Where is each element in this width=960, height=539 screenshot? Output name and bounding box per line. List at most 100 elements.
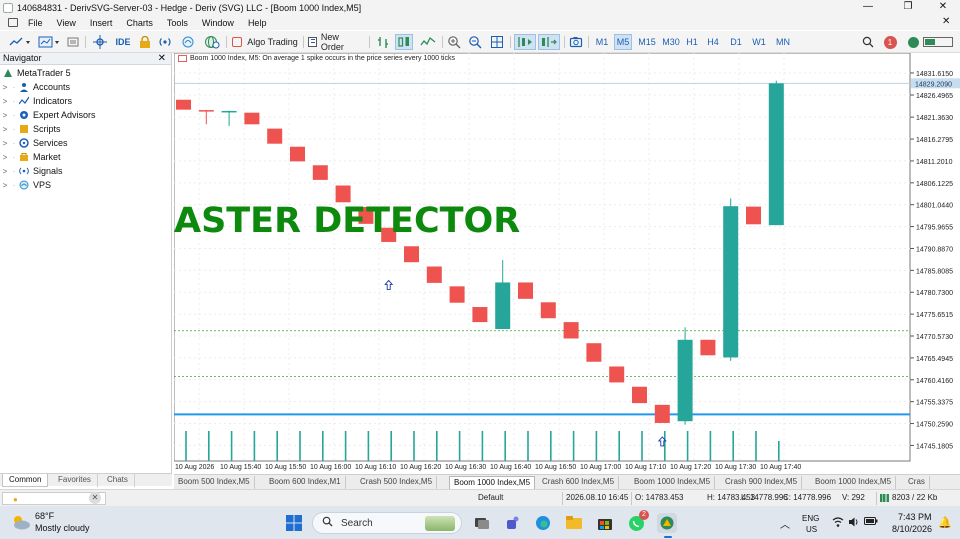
- signal-icon[interactable]: [157, 34, 173, 50]
- expand-icon[interactable]: >: [0, 83, 10, 92]
- candle-body[interactable]: [176, 99, 191, 110]
- line-icon[interactable]: [419, 34, 437, 50]
- candle-body[interactable]: [290, 146, 305, 162]
- chart-tab-8[interactable]: Cras: [904, 476, 930, 489]
- navigator-item-expert-advisors[interactable]: > · Expert Advisors: [0, 108, 96, 122]
- zoom-in-icon[interactable]: [446, 34, 462, 50]
- timeframe-m15[interactable]: M15: [636, 34, 658, 50]
- chart-tab-0[interactable]: Boom 500 Index,M5: [174, 476, 255, 489]
- crosshair-icon[interactable]: [92, 34, 108, 50]
- candle-body[interactable]: [198, 110, 214, 112]
- candle-body[interactable]: [449, 286, 465, 303]
- language-label[interactable]: ENG: [802, 514, 819, 523]
- close-button[interactable]: ✕: [928, 0, 958, 15]
- chart-tab-3[interactable]: Boom 1000 Index,M5: [449, 476, 536, 489]
- navigator-item-signals[interactable]: > · Signals: [0, 164, 63, 178]
- candle-body[interactable]: [609, 366, 625, 383]
- timeframe-h4[interactable]: H4: [705, 34, 721, 50]
- expand-icon[interactable]: >: [0, 167, 10, 176]
- candle-body[interactable]: [472, 307, 488, 323]
- store-icon[interactable]: [595, 513, 615, 533]
- candle-body[interactable]: [518, 282, 533, 299]
- menu-window[interactable]: Window: [202, 18, 234, 28]
- navigator-item-market[interactable]: > · Market: [0, 150, 61, 164]
- expand-icon[interactable]: >: [0, 97, 10, 106]
- profiles-icon[interactable]: [66, 34, 80, 50]
- weather-icon[interactable]: [10, 511, 32, 533]
- candle-body[interactable]: [312, 165, 328, 180]
- maximize-button[interactable]: ❐: [893, 0, 923, 15]
- nav-tab-chats[interactable]: Chats: [101, 474, 135, 487]
- navigator-item-indicators[interactable]: > · Indicators: [0, 94, 72, 108]
- volume-icon[interactable]: [848, 516, 860, 528]
- candle-body[interactable]: [723, 206, 739, 358]
- grid-icon[interactable]: [489, 34, 505, 50]
- timeframe-d1[interactable]: D1: [727, 34, 745, 50]
- notification-center-icon[interactable]: 🔔: [938, 516, 952, 529]
- candle-body[interactable]: [654, 404, 670, 423]
- teams-icon[interactable]: [503, 513, 523, 533]
- candle-body[interactable]: [632, 386, 647, 404]
- bar-chart-icon[interactable]: [375, 34, 391, 50]
- chart-tab-4[interactable]: Crash 600 Index,M5: [538, 476, 620, 489]
- notification-icon[interactable]: 1: [881, 34, 899, 50]
- candle-body[interactable]: [768, 83, 784, 226]
- taskbar-search[interactable]: Search: [312, 512, 462, 534]
- chart-tab-2[interactable]: Crash 500 Index,M5: [356, 476, 438, 489]
- candle-body[interactable]: [586, 343, 602, 362]
- candle-body[interactable]: [426, 266, 442, 283]
- chart-shift-icon[interactable]: [538, 34, 560, 50]
- candle-body[interactable]: [244, 112, 260, 125]
- toast-widget[interactable]: ● ✕: [2, 492, 106, 505]
- ide-button[interactable]: IDE: [114, 34, 132, 50]
- timeframe-m5[interactable]: M5: [614, 34, 632, 50]
- menu-insert[interactable]: Insert: [90, 18, 113, 28]
- expand-icon[interactable]: >: [0, 125, 10, 134]
- expand-icon[interactable]: >: [0, 181, 10, 190]
- line-chart-icon[interactable]: [8, 34, 34, 50]
- account-icon[interactable]: [904, 34, 956, 50]
- candle-body[interactable]: [563, 322, 579, 339]
- expand-icon[interactable]: >: [0, 139, 10, 148]
- edge-icon[interactable]: [533, 513, 553, 533]
- candle-body[interactable]: [746, 206, 761, 225]
- inner-close-button[interactable]: ✕: [942, 15, 952, 29]
- candle-body[interactable]: [221, 110, 237, 113]
- app-menu-icon[interactable]: [8, 18, 18, 27]
- chart-tab-6[interactable]: Crash 900 Index,M5: [721, 476, 803, 489]
- candle-body[interactable]: [700, 339, 716, 356]
- timeframe-w1[interactable]: W1: [750, 34, 768, 50]
- screenshot-icon[interactable]: [568, 34, 584, 50]
- navigator-close-icon[interactable]: ✕: [158, 53, 166, 64]
- chart-tab-1[interactable]: Boom 600 Index,M1: [265, 476, 346, 489]
- menu-help[interactable]: Help: [248, 18, 267, 28]
- algo-trading-button[interactable]: Algo Trading: [232, 34, 298, 50]
- navigator-item-accounts[interactable]: > · Accounts: [0, 80, 70, 94]
- auto-scroll-icon[interactable]: [514, 34, 536, 50]
- globe-icon[interactable]: [203, 34, 221, 50]
- timeframe-m1[interactable]: M1: [594, 34, 610, 50]
- search-icon[interactable]: [861, 34, 875, 50]
- expand-icon[interactable]: >: [0, 153, 10, 162]
- candle-body[interactable]: [495, 282, 511, 329]
- candle-body[interactable]: [267, 128, 283, 144]
- new-chart-icon[interactable]: [37, 34, 63, 50]
- menu-view[interactable]: View: [57, 18, 76, 28]
- navigator-item-vps[interactable]: > · VPS: [0, 178, 51, 192]
- chart-tab-7[interactable]: Boom 1000 Index,M5: [811, 476, 897, 489]
- lock-icon[interactable]: [138, 34, 152, 50]
- candle-body[interactable]: [404, 246, 419, 263]
- wifi-icon[interactable]: [832, 516, 844, 528]
- timeframe-h1[interactable]: H1: [684, 34, 700, 50]
- candle-body[interactable]: [677, 339, 693, 422]
- menu-charts[interactable]: Charts: [126, 18, 153, 28]
- timeframe-m30[interactable]: M30: [660, 34, 682, 50]
- nav-tab-common[interactable]: Common: [2, 474, 49, 487]
- windows-start-icon[interactable]: [284, 513, 304, 533]
- chart-tab-5[interactable]: Boom 1000 Index,M5: [630, 476, 716, 489]
- cloud-icon[interactable]: [180, 34, 196, 50]
- whatsapp-icon[interactable]: 2: [626, 510, 649, 533]
- new-order-button[interactable]: New Order: [308, 32, 364, 52]
- file-explorer-icon[interactable]: [564, 513, 584, 533]
- expand-icon[interactable]: >: [0, 111, 10, 120]
